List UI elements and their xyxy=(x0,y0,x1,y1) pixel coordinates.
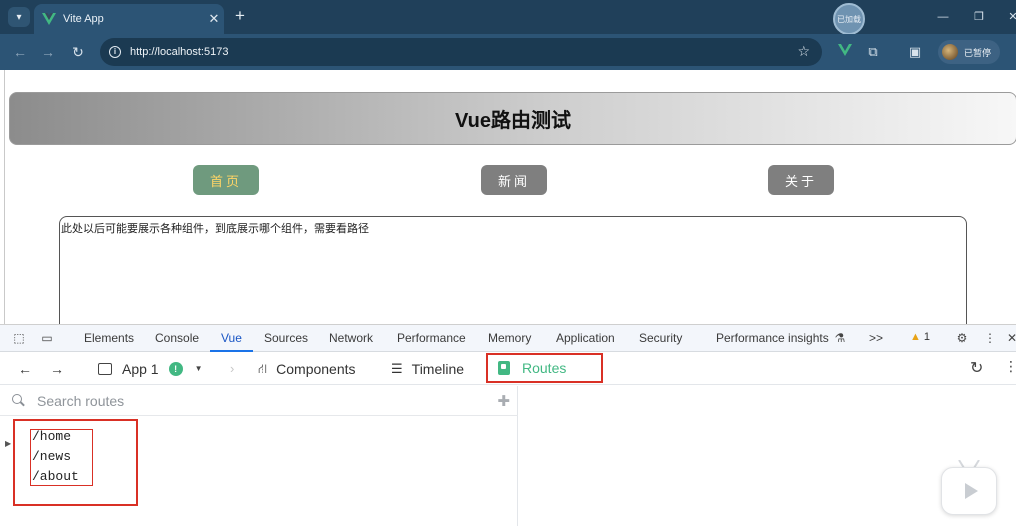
inspect-element-icon[interactable]: ⬚ xyxy=(10,330,28,346)
separator-chevron-icon: › xyxy=(230,361,235,376)
vite-logo-icon xyxy=(42,12,56,26)
restore-icon[interactable]: ❐ xyxy=(964,8,994,26)
address-bar[interactable]: i http://localhost:5173 ☆ xyxy=(100,38,822,66)
more-tabs-button[interactable]: >> xyxy=(869,325,883,352)
nav-link-about[interactable]: 关于 xyxy=(768,165,834,195)
devtools-tab-memory[interactable]: Memory xyxy=(488,325,531,352)
devtools-tab-performance[interactable]: Performance xyxy=(397,325,466,352)
content-placeholder-text: 此处以后可能要展示各种组件，到底展示哪个组件，需要看路径 xyxy=(61,223,369,235)
route-item-about[interactable]: /about xyxy=(32,469,79,484)
flask-icon: ⚗ xyxy=(834,331,846,345)
devtools-tab-security[interactable]: Security xyxy=(639,325,682,352)
tab-search-icon[interactable]: ▾ xyxy=(8,7,30,27)
devtools-tab-elements[interactable]: Elements xyxy=(84,325,134,352)
refresh-icon[interactable]: ↻ xyxy=(970,358,983,378)
search-icon xyxy=(12,394,25,407)
routes-tab-label: Routes xyxy=(522,360,567,376)
devtools-tab-sources[interactable]: Sources xyxy=(264,325,308,352)
vue-app-status-icon: ! xyxy=(168,362,183,376)
routes-list-pane: ✚ ▶ /home /news /about xyxy=(0,386,518,526)
devtools-tab-bar: ⬚ ▭ Elements Console Vue Sources Network… xyxy=(0,325,1016,352)
timeline-tab-label: Timeline xyxy=(411,361,465,377)
browser-tab[interactable]: Vite App ✕ xyxy=(34,4,224,34)
page-title: Vue路由测试 xyxy=(455,110,571,132)
search-routes-row: ✚ xyxy=(0,386,518,416)
components-tab-label: Components xyxy=(276,361,356,377)
devtools-menu-icon[interactable]: ⋮ xyxy=(981,330,999,346)
app-selector-label: App 1 xyxy=(122,361,159,377)
play-icon xyxy=(964,483,978,499)
profile-chip-label: 已暂停 xyxy=(964,47,992,58)
routes-book-icon xyxy=(498,361,510,375)
tab-title: Vite App xyxy=(63,13,104,25)
devtools-panel: ⬚ ▭ Elements Console Vue Sources Network… xyxy=(0,324,1016,526)
floating-play-button[interactable] xyxy=(941,467,997,515)
chevron-down-icon: ▼ xyxy=(194,364,203,373)
vue-devtools-toolbar: ← → App 1 ! ▼ › ⛙ Components ☰ Timeline … xyxy=(0,353,1016,385)
settings-gear-icon[interactable]: ⚙ xyxy=(953,330,971,346)
extensions-icon[interactable]: ⧉ xyxy=(864,43,882,61)
route-item-news[interactable]: /news xyxy=(32,449,71,464)
routes-tab[interactable]: Routes xyxy=(486,353,603,383)
devtools-tab-network[interactable]: Network xyxy=(329,325,373,352)
expand-arrow-icon[interactable]: ▶ xyxy=(5,439,11,448)
route-item-home[interactable]: /home xyxy=(32,429,71,444)
minimize-icon[interactable]: — xyxy=(928,8,958,26)
forward-icon[interactable]: → xyxy=(38,42,58,62)
tab-close-icon[interactable]: ✕ xyxy=(204,11,224,27)
nav-link-news[interactable]: 新闻 xyxy=(481,165,547,195)
browser-toolbar: ← → ↻ i http://localhost:5173 ☆ ⧉ ▣ 已暂停 xyxy=(0,34,1016,70)
warning-count: 1 xyxy=(923,331,931,343)
components-tree-icon: ⛙ xyxy=(258,361,268,376)
components-tab[interactable]: ⛙ Components xyxy=(258,359,356,379)
new-tab-button[interactable]: + xyxy=(230,6,250,26)
browser-tab-bar: ▾ Vite App ✕ + 已加载 — ❐ ✕ xyxy=(0,0,1016,35)
profile-bubble[interactable]: 已加载 xyxy=(833,3,865,35)
search-routes-input[interactable] xyxy=(37,392,437,409)
app-selector[interactable]: App 1 ! ▼ xyxy=(98,359,203,379)
warning-icon: ▲ xyxy=(910,331,921,343)
devtools-tab-application[interactable]: Application xyxy=(556,325,615,352)
vue-more-icon[interactable]: ⋮ xyxy=(1004,358,1016,375)
page-header: Vue路由测试 xyxy=(9,92,1016,145)
warnings-badge[interactable]: ▲ 1 xyxy=(910,331,930,343)
bookmark-star-icon[interactable]: ☆ xyxy=(797,43,810,60)
vue-forward-icon[interactable]: → xyxy=(50,359,64,379)
profile-chip[interactable]: 已暂停 xyxy=(938,40,1000,64)
devtools-tab-vue[interactable]: Vue xyxy=(210,325,253,352)
site-info-icon[interactable]: i xyxy=(109,46,121,58)
side-panel-icon[interactable]: ▣ xyxy=(906,43,924,61)
page-viewport: Vue路由测试 首页 新闻 关于 此处以后可能要展示各种组件，到底展示哪个组件，… xyxy=(4,70,1016,324)
url-text: http://localhost:5173 xyxy=(130,46,229,58)
nav-link-home[interactable]: 首页 xyxy=(193,165,259,195)
device-toolbar-icon[interactable]: ▭ xyxy=(38,330,56,346)
devtools-tab-console[interactable]: Console xyxy=(155,325,199,352)
devtools-tab-performance-insights[interactable]: Performance insights xyxy=(716,325,829,352)
close-devtools-icon[interactable]: ✕ xyxy=(1003,330,1016,346)
close-window-icon[interactable]: ✕ xyxy=(998,8,1016,26)
back-icon[interactable]: ← xyxy=(10,42,30,62)
routes-highlight-box: /home /news /about xyxy=(13,419,138,506)
timeline-icon: ☰ xyxy=(391,361,403,376)
timeline-tab[interactable]: ☰ Timeline xyxy=(391,359,464,379)
app-window-icon xyxy=(98,363,112,375)
vue-back-icon[interactable]: ← xyxy=(18,359,32,379)
reload-icon[interactable]: ↻ xyxy=(68,42,88,62)
puzzle-icon[interactable]: ✚ xyxy=(497,392,510,410)
router-view-box: 此处以后可能要展示各种组件，到底展示哪个组件，需要看路径 xyxy=(59,216,967,324)
avatar xyxy=(942,44,958,60)
vue-devtools-extension-icon[interactable] xyxy=(836,43,854,61)
